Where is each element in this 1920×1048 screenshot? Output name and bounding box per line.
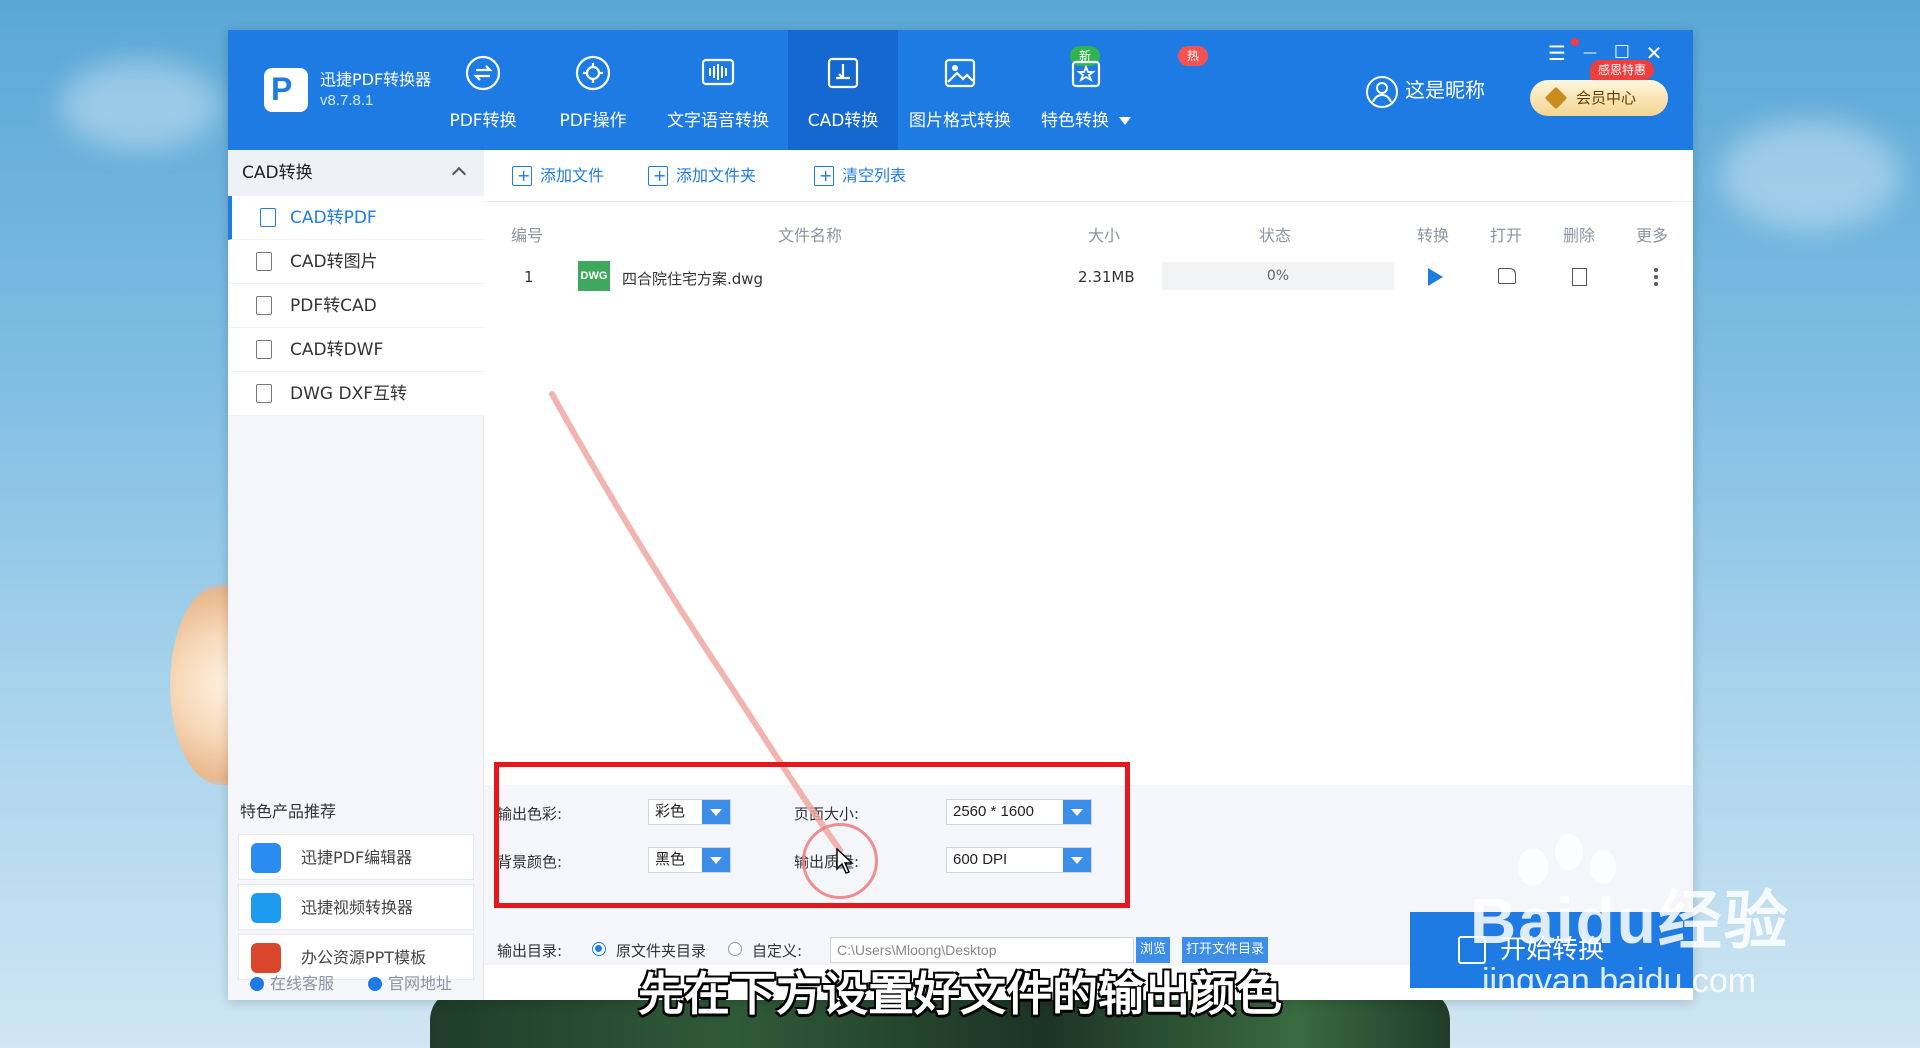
sidebar-header-label: CAD转换 xyxy=(242,163,313,183)
watermark-logo: Baidu经验 xyxy=(1470,885,1790,957)
sidebar-item-dwg-dxf[interactable]: DWG DXF互转 xyxy=(228,372,484,416)
sidebar-item-label: CAD转DWF xyxy=(290,340,384,360)
column-size: 大小 xyxy=(1088,226,1121,245)
recommend-label: 迅捷PDF编辑器 xyxy=(301,848,413,867)
row-index: 1 xyxy=(524,268,534,286)
radio-custom-folder[interactable] xyxy=(728,942,742,956)
sidebar-item-label: CAD转图片 xyxy=(290,252,378,272)
diamond-icon xyxy=(1544,86,1568,110)
app-logo: P xyxy=(264,68,308,112)
row-file-name: 四合院住宅方案.dwg xyxy=(622,270,764,288)
nav-pdf-operate[interactable]: PDF操作 xyxy=(538,30,648,150)
sidebar-item-cad-to-dwf[interactable]: CAD转DWF xyxy=(228,328,484,372)
recommend-label: 迅捷视频转换器 xyxy=(301,898,414,917)
user-icon xyxy=(1366,75,1398,108)
trash-icon[interactable] xyxy=(1572,268,1587,286)
add-file-button[interactable]: 添加文件 xyxy=(512,164,604,188)
add-folder-label: 添加文件夹 xyxy=(676,166,757,185)
add-folder-button[interactable]: 添加文件夹 xyxy=(648,164,756,188)
pdf-editor-icon xyxy=(251,843,281,873)
pdf-operate-icon xyxy=(575,55,611,91)
clear-list-button[interactable]: 清空列表 xyxy=(814,164,906,188)
row-file-size: 2.31MB xyxy=(1078,268,1135,286)
recommend-video-converter[interactable]: 迅捷视频转换器 xyxy=(238,884,474,930)
more-icon[interactable] xyxy=(1654,268,1658,286)
play-icon[interactable] xyxy=(1428,268,1443,286)
background-cloud xyxy=(60,60,220,150)
column-status: 状态 xyxy=(1259,226,1292,245)
user-name: 这是昵称 xyxy=(1405,78,1485,102)
close-button[interactable]: ✕ xyxy=(1641,40,1667,66)
sidebar-item-label: CAD转PDF xyxy=(290,208,377,228)
nav-cad-convert[interactable]: CAD转换 xyxy=(788,30,898,150)
swap-document-icon xyxy=(256,384,272,403)
sidebar-item-label: PDF转CAD xyxy=(290,296,377,316)
video-converter-icon xyxy=(251,893,281,923)
nav-pdf-convert[interactable]: PDF转换 xyxy=(428,30,538,150)
nav-text-speech[interactable]: 文字语音转换 xyxy=(648,30,788,150)
folder-open-icon[interactable] xyxy=(1498,268,1516,284)
nav-label: PDF转换 xyxy=(449,111,517,131)
toolbar: 添加文件 添加文件夹 清空列表 xyxy=(484,150,1693,202)
mouse-cursor-icon xyxy=(836,848,854,874)
add-file-icon xyxy=(512,164,532,188)
app-version: v8.7.8.1 xyxy=(320,92,374,109)
video-subtitle: 先在下方设置好文件的输出颜色 xyxy=(638,967,1282,1021)
background-cloud xyxy=(1720,120,1900,230)
add-file-label: 添加文件 xyxy=(540,166,605,185)
nav-label: 图片格式转换 xyxy=(909,111,1011,131)
nav-label: 文字语音转换 xyxy=(667,111,769,131)
dwg-file-icon: DWG xyxy=(578,261,610,291)
text-speech-icon xyxy=(701,58,735,86)
pdf-convert-icon xyxy=(465,55,501,91)
top-bar: P 迅捷PDF转换器 v8.7.8.1 PDF转换 PDF操作 文字语音转换 C… xyxy=(228,30,1693,150)
image-format-icon xyxy=(944,58,976,88)
trash-icon xyxy=(814,164,834,188)
sidebar-header[interactable]: CAD转换 xyxy=(228,150,484,196)
column-open: 打开 xyxy=(1490,226,1523,245)
sidebar-item-cad-to-image[interactable]: CAD转图片 xyxy=(228,240,484,284)
menu-button[interactable]: ☰ xyxy=(1544,40,1570,66)
column-name: 文件名称 xyxy=(778,226,843,245)
document-icon xyxy=(260,208,276,227)
special-convert-icon xyxy=(1071,60,1101,88)
chevron-up-icon xyxy=(451,166,467,182)
nav-image-format[interactable]: 图片格式转换 xyxy=(898,30,1022,150)
user-profile[interactable]: 这是昵称 xyxy=(1365,70,1485,110)
recommend-title: 特色产品推荐 xyxy=(240,802,337,821)
add-folder-icon xyxy=(648,164,668,188)
column-delete: 删除 xyxy=(1563,226,1596,245)
recommend-pdf-editor[interactable]: 迅捷PDF编辑器 xyxy=(238,834,474,880)
sidebar-item-cad-to-pdf[interactable]: CAD转PDF xyxy=(228,196,484,240)
app-name: 迅捷PDF转换器 xyxy=(320,70,432,89)
cad-convert-icon xyxy=(827,57,859,89)
nav-label: CAD转换 xyxy=(807,111,879,131)
nav-special-convert[interactable]: 特色转换 xyxy=(1022,30,1150,150)
maximize-button[interactable]: ☐ xyxy=(1609,40,1635,66)
radio-original-folder[interactable] xyxy=(592,942,606,956)
sidebar: CAD转换 CAD转PDF CAD转图片 PDF转CAD CAD转DWF DWG… xyxy=(228,150,484,1000)
vip-label: 会员中心 xyxy=(1576,89,1637,107)
nav-label: PDF操作 xyxy=(559,111,627,131)
column-index: 编号 xyxy=(511,226,544,245)
sidebar-item-pdf-to-cad[interactable]: PDF转CAD xyxy=(228,284,484,328)
dropdown-arrow-icon xyxy=(1119,117,1131,125)
vip-center-button[interactable]: 会员中心 xyxy=(1530,80,1668,116)
clear-list-label: 清空列表 xyxy=(842,166,907,185)
hot-badge: 热 xyxy=(1178,46,1209,66)
baidu-paw-icon xyxy=(1555,834,1583,870)
image-icon xyxy=(256,252,272,271)
nav-label: 特色转换 xyxy=(1022,106,1150,131)
document-icon xyxy=(256,296,272,315)
sidebar-item-label: DWG DXF互转 xyxy=(290,384,407,404)
column-convert: 转换 xyxy=(1417,226,1450,245)
row-progress: 0% xyxy=(1162,262,1394,290)
minimize-button[interactable]: — xyxy=(1577,40,1603,66)
column-more: 更多 xyxy=(1636,226,1669,245)
document-icon xyxy=(256,340,272,359)
